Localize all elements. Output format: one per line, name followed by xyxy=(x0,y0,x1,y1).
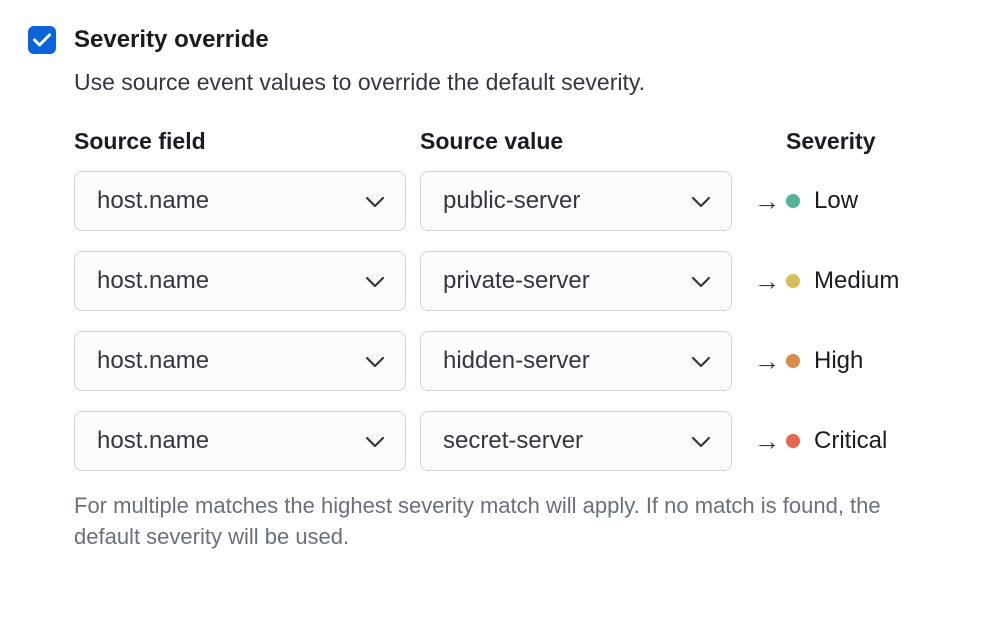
column-header-source-value: Source value xyxy=(420,128,732,155)
severity-dot-icon xyxy=(786,434,800,448)
column-header-source-field: Source field xyxy=(74,128,406,155)
source-field-select[interactable]: host.name xyxy=(74,171,406,231)
arrow-right-icon: → xyxy=(748,186,786,217)
arrow-right-icon: → xyxy=(748,346,786,377)
source-field-value: host.name xyxy=(97,267,209,295)
severity-label: High xyxy=(814,347,863,375)
section-subtitle: Use source event values to override the … xyxy=(74,69,958,96)
footer-note: For multiple matches the highest severit… xyxy=(74,491,904,553)
source-value-select[interactable]: secret-server xyxy=(420,411,732,471)
source-value-value: hidden-server xyxy=(443,347,590,375)
chevron-down-icon xyxy=(691,187,711,215)
source-field-value: host.name xyxy=(97,187,209,215)
check-icon xyxy=(33,33,51,47)
source-field-value: host.name xyxy=(97,347,209,375)
source-value-value: secret-server xyxy=(443,427,583,455)
source-field-value: host.name xyxy=(97,427,209,455)
severity-label: Medium xyxy=(814,267,899,295)
chevron-down-icon xyxy=(365,267,385,295)
severity-cell: Low xyxy=(786,187,958,215)
severity-cell: Medium xyxy=(786,267,958,295)
chevron-down-icon xyxy=(365,427,385,455)
source-value-value: public-server xyxy=(443,187,580,215)
severity-cell: High xyxy=(786,347,958,375)
source-value-value: private-server xyxy=(443,267,590,295)
severity-cell: Critical xyxy=(786,427,958,455)
severity-dot-icon xyxy=(786,354,800,368)
severity-dot-icon xyxy=(786,274,800,288)
source-value-select[interactable]: public-server xyxy=(420,171,732,231)
override-row: host.name secret-server → Critical xyxy=(74,411,958,471)
override-row: host.name public-server → Low xyxy=(74,171,958,231)
source-value-select[interactable]: hidden-server xyxy=(420,331,732,391)
severity-label: Low xyxy=(814,187,858,215)
override-table: Source field Source value Severity host.… xyxy=(74,128,958,553)
source-field-select[interactable]: host.name xyxy=(74,331,406,391)
arrow-right-icon: → xyxy=(748,426,786,457)
chevron-down-icon xyxy=(691,427,711,455)
severity-label: Critical xyxy=(814,427,887,455)
arrow-right-icon: → xyxy=(748,266,786,297)
section-title: Severity override xyxy=(74,24,958,55)
severity-dot-icon xyxy=(786,194,800,208)
column-header-severity: Severity xyxy=(786,128,958,155)
chevron-down-icon xyxy=(691,267,711,295)
chevron-down-icon xyxy=(365,187,385,215)
override-row: host.name private-server → Medium xyxy=(74,251,958,311)
chevron-down-icon xyxy=(365,347,385,375)
override-row: host.name hidden-server → High xyxy=(74,331,958,391)
severity-override-checkbox[interactable] xyxy=(28,26,56,54)
source-value-select[interactable]: private-server xyxy=(420,251,732,311)
chevron-down-icon xyxy=(691,347,711,375)
source-field-select[interactable]: host.name xyxy=(74,411,406,471)
source-field-select[interactable]: host.name xyxy=(74,251,406,311)
